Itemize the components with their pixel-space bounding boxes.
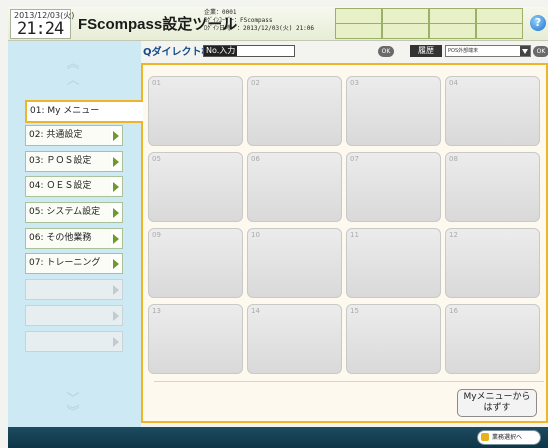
login-user-info: ﾛｸﾞｲﾝﾕｰｻﾞｰ：FScompass bbox=[204, 17, 273, 24]
menu-tile[interactable]: 09 bbox=[148, 228, 243, 298]
status-cell bbox=[335, 8, 382, 24]
play-arrow-icon bbox=[111, 127, 120, 144]
business-select-button[interactable]: 業務選択へ bbox=[477, 430, 541, 445]
category-select-value: POS外部端末 bbox=[448, 48, 479, 54]
tile-number: 14 bbox=[251, 307, 260, 315]
menu-tile[interactable]: 16 bbox=[445, 304, 540, 374]
header-bar: 2013/12/03(火) 21:24 FScompass設定ツール 企業：00… bbox=[8, 7, 548, 41]
current-time: 21:24 bbox=[17, 19, 64, 39]
status-cell bbox=[429, 8, 476, 24]
tile-number: 08 bbox=[449, 155, 458, 163]
my-menu-panel: 01 02 03 04 05 06 07 08 09 10 11 12 13 1… bbox=[141, 63, 548, 423]
select-ok-button[interactable]: OK bbox=[533, 46, 548, 57]
tile-number: 02 bbox=[251, 79, 260, 87]
status-grid bbox=[335, 8, 527, 39]
toolbar: Qダイレクト検索 No.入力 OK 履歴 POS外部端末 OK bbox=[141, 41, 548, 63]
menu-tile[interactable]: 07 bbox=[346, 152, 441, 222]
status-cell bbox=[382, 8, 429, 24]
play-arrow-icon bbox=[111, 307, 120, 324]
scroll-up-icon[interactable]: ︽ bbox=[61, 58, 85, 71]
chevron-down-icon[interactable]: ﹀ bbox=[61, 393, 85, 406]
tile-number: 07 bbox=[350, 155, 359, 163]
footer-bar: 業務選択へ bbox=[8, 427, 548, 448]
sidebar-item-system-settings[interactable]: 05: システム設定 bbox=[25, 202, 123, 223]
tile-number: 09 bbox=[152, 231, 161, 239]
sidebar-item-empty bbox=[25, 305, 123, 326]
status-cell bbox=[476, 8, 523, 24]
clock-panel: 2013/12/03(火) 21:24 bbox=[10, 9, 74, 39]
sidebar-item-empty bbox=[25, 279, 123, 300]
search-ok-button[interactable]: OK bbox=[378, 46, 394, 57]
tile-number: 03 bbox=[350, 79, 359, 87]
play-arrow-icon bbox=[111, 333, 120, 350]
tile-number: 01 bbox=[152, 79, 161, 87]
history-button[interactable]: 履歴 bbox=[410, 45, 442, 57]
tile-number: 12 bbox=[449, 231, 458, 239]
help-icon[interactable]: ? bbox=[530, 15, 546, 31]
divider bbox=[154, 381, 544, 382]
menu-tile[interactable]: 10 bbox=[247, 228, 342, 298]
menu-tile[interactable]: 02 bbox=[247, 76, 342, 146]
sidebar-item-label: 06: その他業務 bbox=[29, 233, 92, 243]
login-time-info: ﾛｸﾞｲﾝ日時 ：2013/12/03(火) 21:06 bbox=[204, 25, 315, 32]
sidebar-item-label: 02: 共通設定 bbox=[29, 130, 83, 140]
menu-tile[interactable]: 14 bbox=[247, 304, 342, 374]
tile-number: 04 bbox=[449, 79, 458, 87]
sidebar-item-label: 03: ＰＯＳ設定 bbox=[29, 156, 92, 166]
sidebar-item-label: 01: My メニュー bbox=[30, 106, 100, 116]
tile-number: 11 bbox=[350, 231, 359, 239]
menu-tile[interactable]: 08 bbox=[445, 152, 540, 222]
status-cell bbox=[382, 23, 429, 39]
play-arrow-icon bbox=[111, 281, 120, 298]
status-cell bbox=[429, 23, 476, 39]
business-select-label: 業務選択へ bbox=[492, 434, 523, 441]
home-icon bbox=[481, 433, 489, 441]
play-arrow-icon bbox=[111, 230, 120, 247]
search-placeholder: No.入力 bbox=[204, 46, 238, 56]
button-label-line2: はずす bbox=[483, 403, 511, 413]
tile-number: 10 bbox=[251, 231, 260, 239]
menu-tile[interactable]: 05 bbox=[148, 152, 243, 222]
tile-number: 13 bbox=[152, 307, 161, 315]
company-info: 企業：0001 bbox=[204, 9, 237, 16]
play-arrow-icon bbox=[111, 178, 120, 195]
remove-from-my-menu-button[interactable]: Myメニューから はずす bbox=[457, 389, 537, 417]
category-select[interactable]: POS外部端末 bbox=[445, 45, 531, 57]
sidebar-item-empty bbox=[25, 331, 123, 352]
sidebar-item-label: 05: システム設定 bbox=[29, 207, 101, 217]
sidebar-item-pos-settings[interactable]: 03: ＰＯＳ設定 bbox=[25, 151, 123, 172]
sidebar-item-label: 04: ＯＥＳ設定 bbox=[29, 181, 92, 191]
menu-tile[interactable]: 11 bbox=[346, 228, 441, 298]
sidebar-item-oes-settings[interactable]: 04: ＯＥＳ設定 bbox=[25, 176, 123, 197]
login-info: 企業：0001 ﾛｸﾞｲﾝﾕｰｻﾞｰ：FScompass ﾛｸﾞｲﾝ日時 ：20… bbox=[204, 9, 314, 33]
menu-tile[interactable]: 06 bbox=[247, 152, 342, 222]
menu-tile[interactable]: 12 bbox=[445, 228, 540, 298]
sidebar-menu: ︽ ︿ 01: My メニュー 02: 共通設定 03: ＰＯＳ設定 04: Ｏ… bbox=[8, 41, 143, 427]
sidebar-item-training[interactable]: 07: トレーニング bbox=[25, 253, 123, 274]
app-window: 2013/12/03(火) 21:24 FScompass設定ツール 企業：00… bbox=[8, 7, 548, 448]
chevron-down-icon[interactable] bbox=[520, 46, 530, 56]
tile-number: 05 bbox=[152, 155, 161, 163]
menu-tile[interactable]: 01 bbox=[148, 76, 243, 146]
play-arrow-icon bbox=[111, 255, 120, 272]
play-arrow-icon bbox=[111, 153, 120, 170]
menu-tile[interactable]: 03 bbox=[346, 76, 441, 146]
scroll-down-icon[interactable]: ︾ bbox=[61, 406, 85, 419]
status-cell bbox=[335, 23, 382, 39]
search-input[interactable]: No.入力 bbox=[203, 45, 295, 57]
button-label-line1: Myメニューから bbox=[463, 392, 531, 402]
menu-tile[interactable]: 13 bbox=[148, 304, 243, 374]
menu-tile[interactable]: 15 bbox=[346, 304, 441, 374]
status-cell bbox=[476, 23, 523, 39]
tile-number: 06 bbox=[251, 155, 260, 163]
sidebar-item-my-menu[interactable]: 01: My メニュー bbox=[25, 100, 143, 123]
chevron-up-icon[interactable]: ︿ bbox=[61, 74, 85, 87]
sidebar-item-common-settings[interactable]: 02: 共通設定 bbox=[25, 125, 123, 146]
tile-number: 16 bbox=[449, 307, 458, 315]
play-arrow-icon bbox=[111, 204, 120, 221]
tile-number: 15 bbox=[350, 307, 359, 315]
sidebar-item-label: 07: トレーニング bbox=[29, 258, 101, 268]
sidebar-item-other-business[interactable]: 06: その他業務 bbox=[25, 228, 123, 249]
menu-tile[interactable]: 04 bbox=[445, 76, 540, 146]
